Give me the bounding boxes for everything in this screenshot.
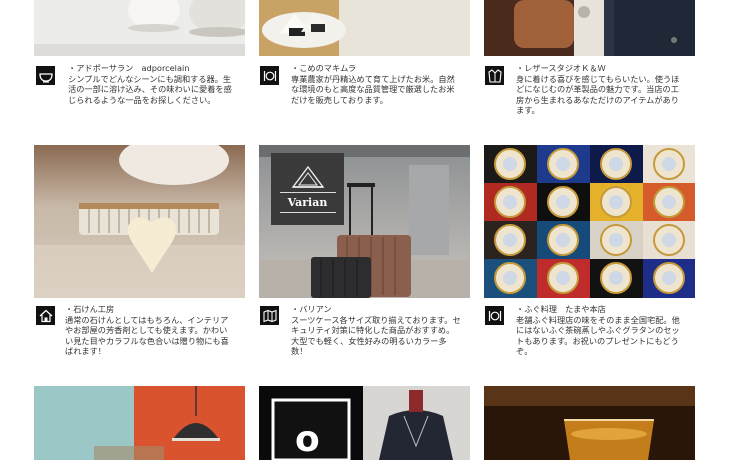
shop-caption-rice: ・こめのマキムラ 専業農家が丹精込めて育て上げたお米。自然な環境のもと高度な品質… [291,63,461,105]
shop-caption-porcelain: ・アドポーサラン adporcelain シンプルでどんなシーンにも調和する器。… [68,63,238,105]
shop-title: ・ふぐ料理 たまや本店 [516,304,606,314]
shop-title: ・こめのマキムラ [291,63,357,73]
photo-soap[interactable] [34,145,245,298]
dining-icon [485,306,504,325]
shop-title: ・石けん工房 [65,304,115,314]
shop-caption-soap: ・石けん工房 通常の石けんとしてはもちろん、インテリアやお部屋の芳香剤としても使… [65,304,235,357]
dining-icon [260,66,279,85]
photo-tea[interactable] [484,386,695,460]
photo-suitcase[interactable]: Varian [259,145,470,298]
shop-title: ・バリアン [291,304,332,314]
house-icon [36,306,55,325]
porcelain-illustration [34,0,245,56]
suit-illustration [259,386,470,460]
shop-description: 専業農家が丹精込めて育て上げたお米。自然な環境のもと高度な品質管理で厳選したお米… [291,73,455,105]
photo-suit[interactable]: o [259,386,470,460]
photo-porcelain[interactable] [34,0,245,56]
fugu-plates-illustration [484,145,695,298]
photo-leather[interactable] [484,0,695,56]
shop-description: 通常の石けんとしてはもちろん、インテリアやお部屋の芳香剤としても使えます。かわい… [65,314,229,357]
varian-logo-mark [291,165,324,188]
shop-description: 老舗ふぐ料理店の味をそのまま全国宅配。他にはないふぐ茶碗蒸しやふぐグラタンのセッ… [516,314,680,357]
shop-description: 身に着ける喜びを感じてもらいたい。使うほどになじむのが革製品の魅力です。当店の工… [516,73,680,116]
varian-logo-text: Varian [287,196,328,209]
bowl-icon [36,66,55,85]
soap-illustration [34,145,245,298]
suit-brand-letter: o [295,419,320,460]
photo-rice[interactable] [259,0,470,56]
rice-illustration [259,0,470,56]
shop-title: ・アドポーサラン adporcelain [68,63,190,73]
shop-caption-fugu: ・ふぐ料理 たまや本店 老舗ふぐ料理店の味をそのまま全国宅配。他にはないふぐ茶碗… [516,304,686,357]
photo-lamp[interactable] [34,386,245,460]
shop-description: スーツケース各サイズ取り揃えております。セキュリティ対策に特化した商品がおすすめ… [291,314,461,357]
leather-illustration [484,0,695,56]
shop-description: シンプルでどんなシーンにも調和する器。生活の一部に溶け込み、その味わいに愛着を感… [68,73,232,105]
map-icon [260,306,279,325]
shop-caption-varian: ・バリアン スーツケース各サイズ取り揃えております。セキュリティ対策に特化した商… [291,304,461,357]
varian-logo: Varian [271,153,344,225]
shop-title: ・レザースタジオＫ＆Ｗ [516,63,606,73]
photo-fugu-plates[interactable] [484,145,695,298]
lamp-illustration [34,386,245,460]
tea-illustration [484,386,695,460]
jacket-icon [485,66,504,85]
shop-caption-leather: ・レザースタジオＫ＆Ｗ 身に着ける喜びを感じてもらいたい。使うほどになじむのが革… [516,63,686,116]
